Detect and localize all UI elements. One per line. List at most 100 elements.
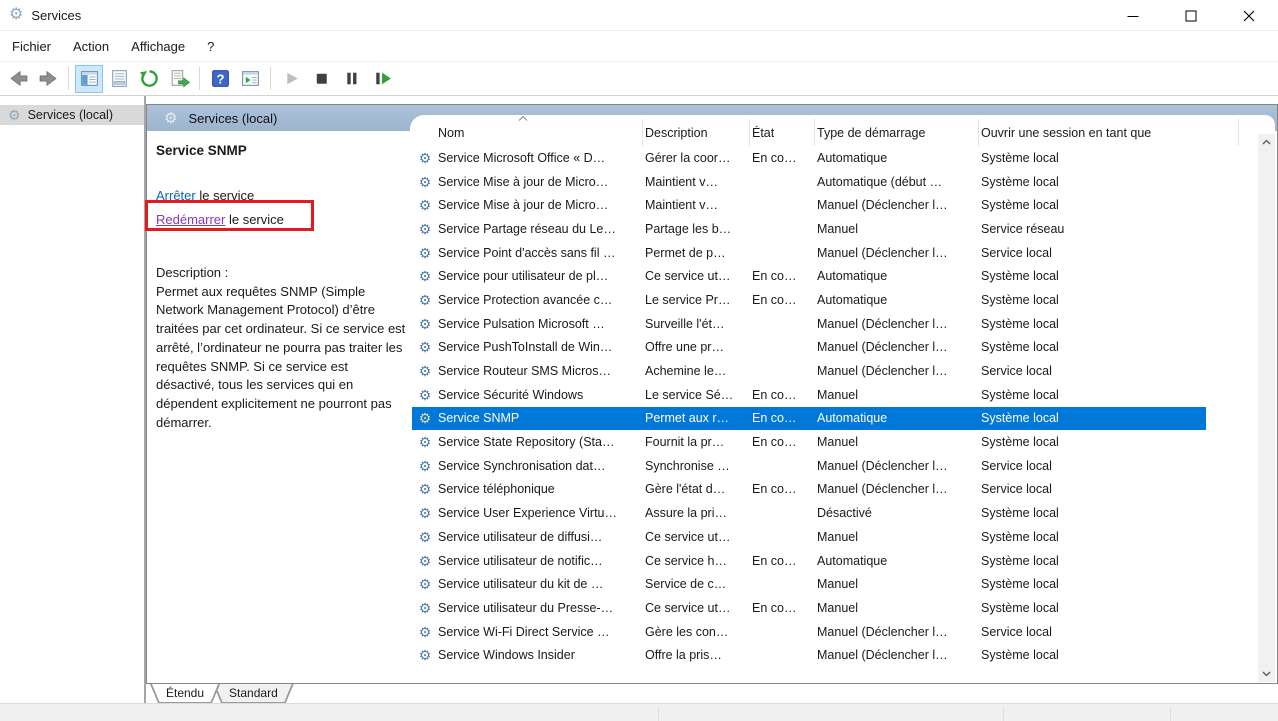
tab-standard[interactable]: Standard (213, 684, 294, 703)
service-description-cell: Offre une pr… (645, 340, 752, 354)
column-header-ouvrir-session[interactable]: Ouvrir une session en tant que (979, 119, 1239, 146)
service-row[interactable]: ⚙ Service utilisateur de notific… Ce ser… (412, 549, 1206, 573)
column-header-nom[interactable]: Nom (410, 119, 643, 146)
service-row[interactable]: ⚙ Service utilisateur du kit de … Servic… (412, 572, 1206, 596)
service-row[interactable]: ⚙ Service Pulsation Microsoft … Surveill… (412, 312, 1206, 336)
vertical-scrollbar[interactable] (1258, 134, 1275, 682)
service-gear-icon: ⚙ (419, 293, 432, 307)
export-list-button[interactable] (165, 65, 193, 93)
export-list-icon (169, 68, 190, 89)
service-gear-icon: ⚙ (419, 269, 432, 283)
menu-help[interactable]: ? (196, 34, 225, 59)
column-header-type-demarrage[interactable]: Type de démarrage (815, 119, 979, 146)
service-row[interactable]: ⚙ Service Sécurité Windows Le service Sé… (412, 383, 1206, 407)
service-row[interactable]: ⚙ Service Mise à jour de Micro… Maintien… (412, 170, 1206, 194)
service-gear-icon: ⚙ (419, 435, 432, 449)
service-description-cell: Surveille l'ét… (645, 317, 752, 331)
menu-action[interactable]: Action (62, 34, 120, 59)
strip-divider (1003, 707, 1004, 721)
service-row[interactable]: ⚙ Service PushToInstall de Win… Offre un… (412, 336, 1206, 360)
menu-fichier[interactable]: Fichier (1, 34, 62, 59)
service-row[interactable]: ⚙ Service Microsoft Office « D… Gérer la… (412, 146, 1206, 170)
service-row[interactable]: ⚙ Service Routeur SMS Micros… Achemine l… (412, 359, 1206, 383)
menu-affichage[interactable]: Affichage (120, 34, 196, 59)
service-logon-cell: Système local (981, 317, 1206, 331)
service-gear-icon: ⚙ (419, 601, 432, 615)
service-row[interactable]: ⚙ Service téléphonique Gère l'état d… En… (412, 478, 1206, 502)
service-description-cell: Gérer la coor… (645, 151, 752, 165)
service-row[interactable]: ⚙ Service Synchronisation dat… Synchroni… (412, 454, 1206, 478)
forward-button[interactable] (34, 65, 62, 93)
service-row[interactable]: ⚙ Service User Experience Virtu… Assure … (412, 501, 1206, 525)
service-name-cell: Service User Experience Virtu… (438, 506, 645, 520)
menu-bar: Fichier Action Affichage ? (0, 32, 1278, 61)
service-gear-icon: ⚙ (419, 151, 432, 165)
scroll-up-button[interactable] (1258, 134, 1275, 150)
strip-divider (658, 707, 659, 721)
service-logon-cell: Système local (981, 577, 1206, 591)
refresh-button[interactable] (135, 65, 163, 93)
service-description-cell: Gère l'état d… (645, 482, 752, 496)
service-name-cell: Service utilisateur de notific… (438, 554, 645, 568)
console-tree-icon (79, 68, 100, 89)
properties-button[interactable] (105, 65, 133, 93)
service-gear-icon: ⚙ (419, 482, 432, 496)
service-name-cell: Service PushToInstall de Win… (438, 340, 645, 354)
back-arrow-icon (8, 68, 29, 89)
service-name-cell: Service Point d'accès sans fil … (438, 246, 645, 260)
strip-divider (1170, 707, 1171, 721)
maximize-button[interactable] (1162, 0, 1220, 31)
service-row[interactable]: ⚙ Service utilisateur du Presse-… Ce ser… (412, 596, 1206, 620)
restart-service-button[interactable] (367, 65, 395, 93)
column-header-etat[interactable]: État (750, 119, 815, 146)
service-row[interactable]: ⚙ Service Windows Insider Offre la pris…… (412, 643, 1206, 667)
service-logon-cell: Service local (981, 459, 1206, 473)
service-row[interactable]: ⚙ Service pour utilisateur de pl… Ce ser… (412, 264, 1206, 288)
service-row[interactable]: ⚙ Service Protection avancée c… Le servi… (412, 288, 1206, 312)
service-name-cell: Service State Repository (Sta… (438, 435, 645, 449)
service-gear-icon: ⚙ (419, 506, 432, 520)
pause-service-button[interactable] (337, 65, 365, 93)
close-button[interactable] (1220, 0, 1278, 31)
show-action-pane-button[interactable] (236, 65, 264, 93)
selected-service-title: Service SNMP (156, 143, 402, 158)
service-row[interactable]: ⚙ Service Partage réseau du Le… Partage … (412, 217, 1206, 241)
service-row[interactable]: ⚙ Service Wi-Fi Direct Service … Gère le… (412, 620, 1206, 644)
help-button[interactable]: ? (206, 65, 234, 93)
service-gear-icon: ⚙ (419, 317, 432, 331)
show-console-tree-button[interactable] (75, 65, 103, 93)
list-header: Nom Description État Type de démarrage O… (410, 115, 1275, 146)
service-logon-cell: Système local (981, 175, 1206, 189)
tab-etendu[interactable]: Étendu (150, 684, 220, 703)
service-row[interactable]: ⚙ Service utilisateur de diffusi… Ce ser… (412, 525, 1206, 549)
service-description-cell: Le service Pr… (645, 293, 752, 307)
toolbar-separator (270, 67, 271, 90)
start-service-button[interactable] (277, 65, 305, 93)
service-state-cell: En co… (752, 554, 817, 568)
scroll-down-button[interactable] (1258, 666, 1275, 682)
service-state-cell: En co… (752, 601, 817, 615)
service-row[interactable]: ⚙ Service Mise à jour de Micro… Maintien… (412, 193, 1206, 217)
back-button[interactable] (4, 65, 32, 93)
svg-text:?: ? (216, 71, 224, 86)
service-name-cell: Service Microsoft Office « D… (438, 151, 645, 165)
service-state-cell: En co… (752, 151, 817, 165)
minimize-button[interactable] (1104, 0, 1162, 31)
toolbar-separator (68, 67, 69, 90)
forward-arrow-icon (38, 68, 59, 89)
pause-service-icon (341, 68, 362, 89)
action-pane-icon (240, 68, 261, 89)
service-row[interactable]: ⚙ Service Point d'accès sans fil … Perme… (412, 241, 1206, 265)
service-name-cell: Service Partage réseau du Le… (438, 222, 645, 236)
service-startup-cell: Manuel (Déclencher l… (817, 340, 981, 354)
service-row[interactable]: ⚙ Service State Repository (Sta… Fournit… (412, 430, 1206, 454)
column-header-description[interactable]: Description (643, 119, 750, 146)
service-rows: ⚙ Service Microsoft Office « D… Gérer la… (410, 146, 1275, 683)
service-row[interactable]: ⚙ Service SNMP Permet aux r… En co… Auto… (412, 407, 1206, 431)
stop-service-button[interactable] (307, 65, 335, 93)
services-list-pane: Nom Description État Type de démarrage O… (410, 115, 1275, 683)
sidebar-item-services-local[interactable]: ⚙ Services (local) (0, 105, 144, 125)
service-gear-icon: ⚙ (419, 198, 432, 212)
service-gear-icon: ⚙ (419, 625, 432, 639)
service-gear-icon: ⚙ (419, 411, 432, 425)
